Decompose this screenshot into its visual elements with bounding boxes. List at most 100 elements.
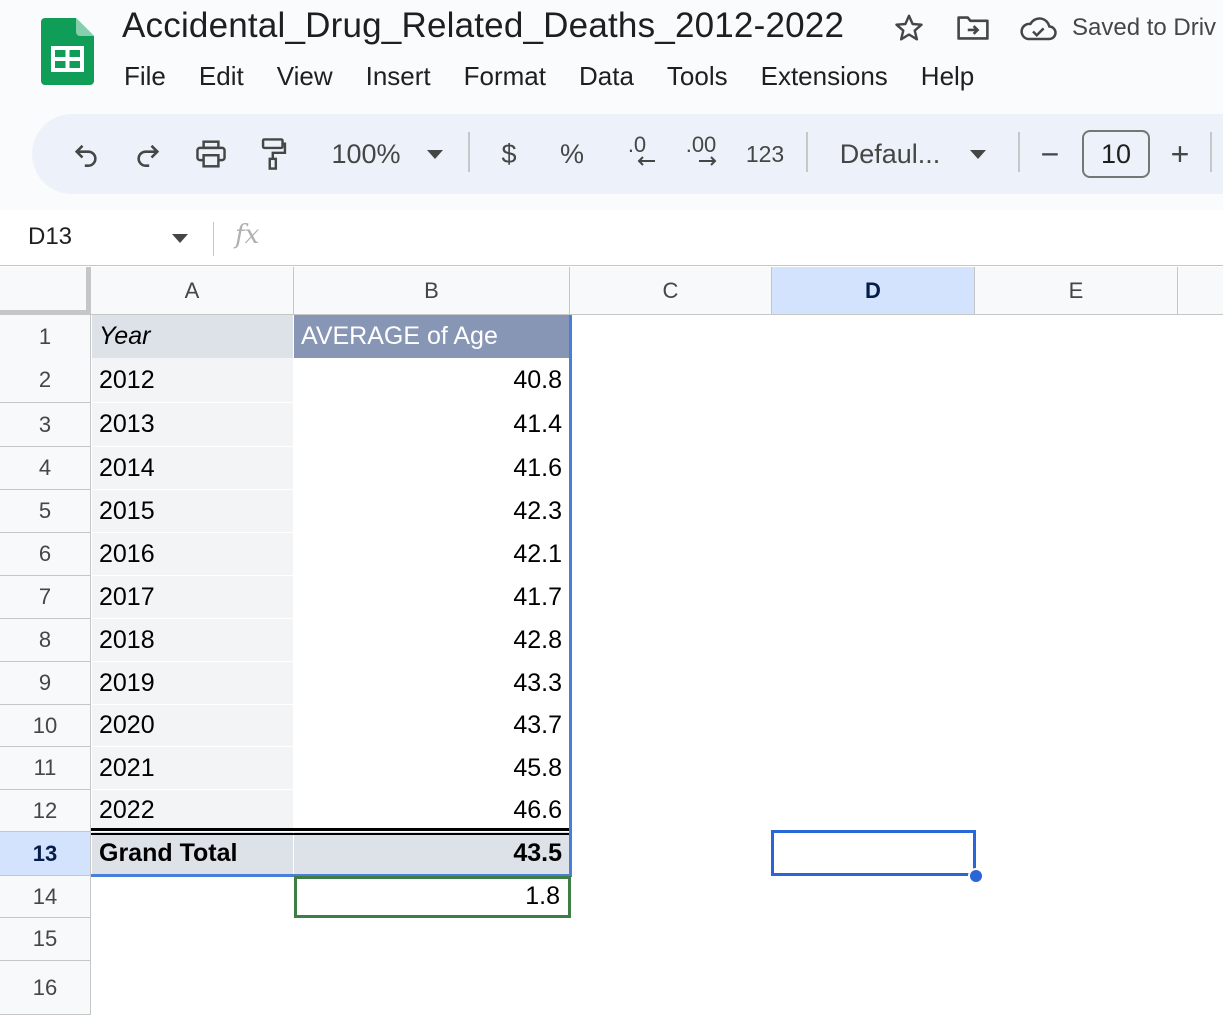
row-header-2[interactable]: 2 <box>0 358 91 403</box>
menu-edit[interactable]: Edit <box>199 58 244 98</box>
pivot-age-cell[interactable]: 43.3 <box>294 662 570 704</box>
star-icon[interactable] <box>893 12 925 44</box>
paint-format-button[interactable] <box>254 114 294 194</box>
row-header-11[interactable]: 11 <box>0 747 91 790</box>
fx-icon: fx <box>235 220 260 250</box>
active-cell-d13[interactable] <box>771 830 976 876</box>
grand-total-label[interactable]: Grand Total <box>92 832 293 875</box>
menu-extensions[interactable]: Extensions <box>761 58 888 98</box>
font-family-select[interactable]: Defaul... <box>832 114 994 194</box>
column-header-d[interactable]: D <box>772 267 975 315</box>
pivot-year-cell[interactable]: 2014 <box>92 447 293 489</box>
more-formats-button[interactable]: 123 <box>744 114 786 194</box>
toolbar-divider <box>1018 132 1020 172</box>
print-icon <box>196 140 226 168</box>
pivot-age-cell[interactable]: 45.8 <box>294 747 570 789</box>
menu-tools[interactable]: Tools <box>667 58 728 98</box>
font-size-input[interactable]: 10 <box>1082 130 1150 178</box>
pivot-header-average-age[interactable]: AVERAGE of Age <box>294 315 570 358</box>
chevron-down-icon[interactable] <box>172 234 188 243</box>
pivot-year-cell[interactable]: 2015 <box>92 490 293 532</box>
fill-handle[interactable] <box>968 868 984 884</box>
undo-icon <box>74 144 97 167</box>
menu-bar: File Edit View Insert Format Data Tools … <box>124 58 1007 98</box>
pivot-year-cell[interactable]: 2018 <box>92 619 293 661</box>
pivot-year-cell[interactable]: 2012 <box>92 358 293 402</box>
row-header-1[interactable]: 1 <box>0 315 91 359</box>
grand-total-value[interactable]: 43.5 <box>294 832 570 875</box>
move-to-folder-icon[interactable] <box>956 12 990 44</box>
document-title[interactable]: Accidental_Drug_Related_Deaths_2012-2022 <box>122 6 844 46</box>
select-all-corner[interactable] <box>0 267 91 315</box>
zoom-value: 100% <box>331 138 401 169</box>
save-status[interactable]: Saved to Driv <box>1072 14 1216 42</box>
column-header-a[interactable]: A <box>91 267 294 315</box>
column-header-e[interactable]: E <box>975 267 1178 315</box>
pivot-age-cell[interactable]: 42.1 <box>294 533 570 575</box>
sheets-logo-icon[interactable] <box>41 18 94 85</box>
row-header-6[interactable]: 6 <box>0 533 91 576</box>
chevron-down-icon <box>426 149 443 159</box>
pivot-year-cell[interactable]: 2019 <box>92 662 293 704</box>
pivot-year-cell[interactable]: 2022 <box>92 790 293 831</box>
pivot-year-cell[interactable]: 2016 <box>92 533 293 575</box>
increase-font-size-button[interactable]: + <box>1162 114 1198 194</box>
row-header-15[interactable]: 15 <box>0 918 91 961</box>
row-header-10[interactable]: 10 <box>0 705 91 747</box>
column-header-b[interactable]: B <box>294 267 570 315</box>
pivot-age-cell[interactable]: 40.8 <box>294 358 570 402</box>
menu-help[interactable]: Help <box>921 58 974 98</box>
row-header-13[interactable]: 13 <box>0 832 91 876</box>
collaborator-selection-b14 <box>294 876 571 918</box>
pivot-year-cell[interactable]: 2013 <box>92 403 293 446</box>
undo-button[interactable] <box>66 114 106 194</box>
arrow-right-icon <box>699 156 717 166</box>
zoom-select[interactable]: 100% <box>322 114 452 194</box>
pivot-age-cell[interactable]: 43.7 <box>294 705 570 746</box>
row-header-14[interactable]: 14 <box>0 876 91 918</box>
pivot-year-cell[interactable]: 2017 <box>92 576 293 618</box>
currency-format-button[interactable]: $ <box>492 114 526 194</box>
row-header-8[interactable]: 8 <box>0 619 91 662</box>
decrease-font-size-button[interactable]: − <box>1032 114 1068 194</box>
formula-bar: D13 fx <box>0 210 1223 266</box>
menu-view[interactable]: View <box>277 58 333 98</box>
decrease-decimal-button[interactable]: .0 <box>616 114 658 194</box>
arrow-left-icon <box>637 156 655 166</box>
redo-button[interactable] <box>128 114 168 194</box>
row-header-9[interactable]: 9 <box>0 662 91 705</box>
menu-data[interactable]: Data <box>579 58 634 98</box>
row-header-4[interactable]: 4 <box>0 447 91 490</box>
pivot-header-year[interactable]: Year <box>92 315 293 358</box>
row-header-5[interactable]: 5 <box>0 490 91 533</box>
chevron-down-icon <box>970 149 987 159</box>
percent-format-button[interactable]: % <box>554 114 590 194</box>
toolbar-divider <box>806 132 808 172</box>
pivot-year-cell[interactable]: 2020 <box>92 705 293 746</box>
print-button[interactable] <box>190 114 232 194</box>
menu-file[interactable]: File <box>124 58 166 98</box>
row-header-3[interactable]: 3 <box>0 403 91 447</box>
column-header-f[interactable] <box>1178 267 1223 315</box>
row-header-12[interactable]: 12 <box>0 790 91 832</box>
row-header-16[interactable]: 16 <box>0 961 91 1015</box>
pivot-age-cell[interactable]: 41.7 <box>294 576 570 618</box>
column-header-c[interactable]: C <box>570 267 772 315</box>
menu-format[interactable]: Format <box>464 58 546 98</box>
grand-total-border <box>91 833 569 835</box>
pivot-age-cell[interactable]: 42.8 <box>294 619 570 661</box>
pivot-age-cell[interactable]: 46.6 <box>294 790 570 831</box>
paint-format-icon <box>261 138 287 170</box>
pivot-year-cell[interactable]: 2021 <box>92 747 293 789</box>
pivot-age-cell[interactable]: 41.6 <box>294 447 570 489</box>
name-box[interactable]: D13 <box>28 223 72 251</box>
menu-insert[interactable]: Insert <box>366 58 431 98</box>
row-header-7[interactable]: 7 <box>0 576 91 619</box>
pivot-age-cell[interactable]: 42.3 <box>294 490 570 532</box>
pivot-age-cell[interactable]: 41.4 <box>294 403 570 446</box>
cloud-saved-icon[interactable] <box>1018 14 1058 44</box>
formula-input[interactable] <box>290 222 1210 254</box>
formula-bar-divider <box>213 222 214 256</box>
increase-decimal-button[interactable]: .00 <box>680 114 722 194</box>
app-header: Accidental_Drug_Related_Deaths_2012-2022… <box>0 0 1223 210</box>
